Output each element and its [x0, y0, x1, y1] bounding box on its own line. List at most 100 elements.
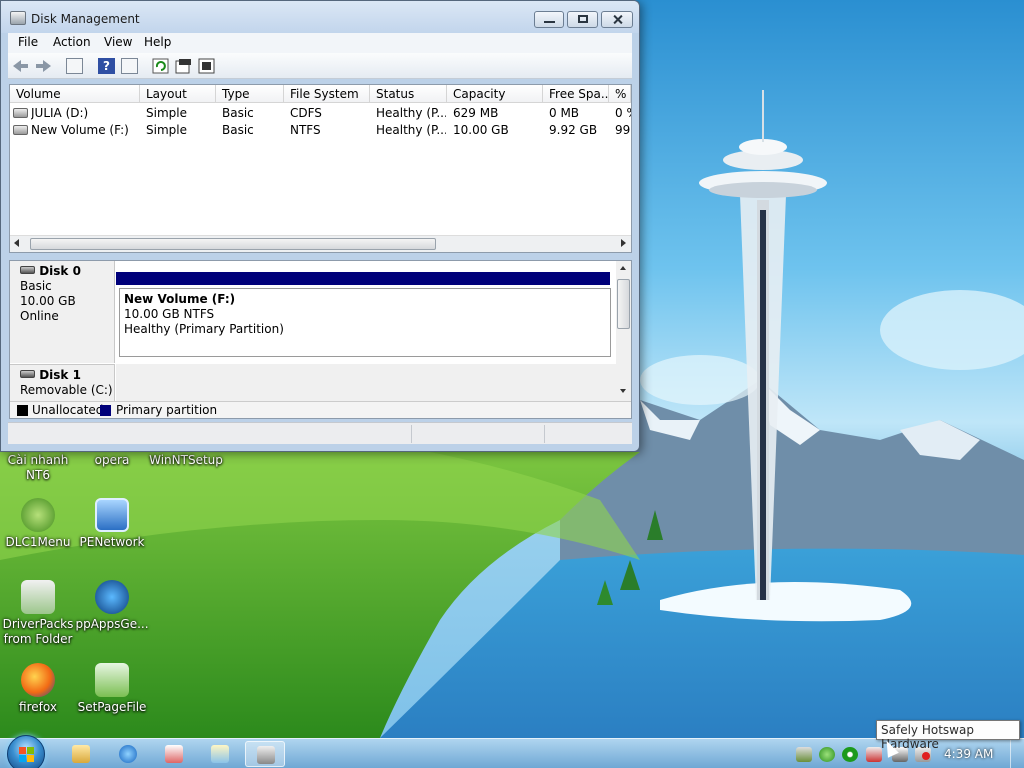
desktop-icon-label: Cài nhanh NT6: [7, 453, 69, 482]
taskbar-disk-management[interactable]: [245, 741, 285, 767]
column-header-volume[interactable]: Volume: [10, 85, 140, 103]
taskbar-explorer[interactable]: [61, 741, 101, 767]
partition-new-volume-f[interactable]: New Volume (F:) 10.00 GB NTFS Healthy (P…: [119, 288, 611, 357]
menu-help[interactable]: Help: [144, 35, 171, 49]
column-header-file-system[interactable]: File System: [284, 85, 370, 103]
title-bar[interactable]: Disk Management: [1, 1, 639, 33]
disk-1-info[interactable]: Disk 1 Removable (C:): [10, 364, 115, 401]
partition-name: New Volume (F:): [124, 292, 236, 306]
table-row[interactable]: New Volume (F:) Simple Basic NTFS Health…: [10, 122, 631, 138]
help-icon[interactable]: ?: [98, 58, 115, 74]
cell-status: Healthy (P...: [376, 123, 446, 137]
desktop-icon-cai-nhanh-nt6[interactable]: Cài nhanh NT6: [0, 453, 78, 483]
status-divider: [411, 425, 412, 443]
horizontal-scroll-thumb[interactable]: [30, 238, 436, 250]
tray-security-icon[interactable]: [819, 747, 835, 762]
desktop-icon-winntsetup[interactable]: WinNTSetup: [146, 453, 226, 468]
partition-size-fs: 10.00 GB NTFS: [124, 307, 215, 321]
legend-unallocated: Unallocated: [32, 403, 104, 417]
desktop-icon-label: DLC1Menu: [5, 535, 71, 549]
paint-icon: [211, 745, 229, 763]
start-button[interactable]: [7, 735, 45, 768]
scroll-left-icon[interactable]: [14, 239, 19, 247]
cell-free-space: 0 MB: [549, 106, 580, 120]
desktop-icon-label: WinNTSetup: [149, 453, 223, 467]
menu-file[interactable]: File: [18, 35, 38, 49]
window-title: Disk Management: [31, 12, 140, 26]
back-arrow-icon[interactable]: [12, 58, 29, 74]
disk-management-icon: [257, 746, 275, 764]
column-header-layout[interactable]: Layout: [140, 85, 216, 103]
desktop-icon-penetwork[interactable]: PENetwork: [72, 498, 152, 550]
taskbar-app-4[interactable]: [200, 741, 240, 767]
desktop-icon-driverpacks[interactable]: DriverPacks from Folder: [0, 580, 78, 647]
column-header-status[interactable]: Status: [370, 85, 447, 103]
disk-0-info[interactable]: Disk 0 Basic 10.00 GB Online: [10, 261, 115, 363]
menu-view[interactable]: View: [104, 35, 132, 49]
tray-network-icon[interactable]: [796, 747, 812, 762]
taskbar-internet-explorer[interactable]: [108, 741, 148, 767]
disk-1-name: Disk 1: [39, 368, 81, 382]
network-computer-icon: [95, 498, 129, 532]
taskbar: 4:39 AM: [0, 735, 1024, 768]
properties-window-icon[interactable]: [121, 58, 138, 74]
partition-header-bar: [116, 272, 610, 285]
desktop-icon-label: DriverPacks from Folder: [2, 617, 74, 646]
cd-drive-icon: [13, 108, 28, 118]
column-header-type[interactable]: Type: [216, 85, 284, 103]
scroll-up-icon[interactable]: [620, 266, 626, 270]
menu-bar: File Action View Help: [8, 33, 632, 53]
rescan-disks-icon[interactable]: [198, 58, 215, 74]
desktop-icon-opera[interactable]: opera: [72, 453, 152, 468]
minimize-button[interactable]: [534, 11, 564, 28]
show-hide-console-tree-icon[interactable]: [66, 58, 83, 74]
show-desktop-button[interactable]: [1010, 739, 1024, 768]
firefox-icon: [21, 663, 55, 697]
minimize-icon: [544, 21, 555, 23]
cell-file-system: NTFS: [290, 123, 321, 137]
disk-1-partition-area[interactable]: [116, 364, 616, 401]
setpagefile-icon: [95, 663, 129, 697]
cell-free-space: 9.92 GB: [549, 123, 598, 137]
tray-play-icon[interactable]: [842, 747, 858, 762]
taskbar-app-3[interactable]: [154, 741, 194, 767]
menu-action[interactable]: Action: [53, 35, 91, 49]
disk-1-type: Removable (C:): [20, 383, 113, 397]
refresh-icon[interactable]: [152, 58, 169, 74]
properties-icon[interactable]: [175, 58, 192, 74]
forward-arrow-icon[interactable]: [35, 58, 52, 74]
scroll-right-icon[interactable]: [621, 239, 626, 247]
disk-0-name: Disk 0: [39, 264, 81, 278]
desktop-icon-setpagefile[interactable]: SetPageFile: [72, 663, 152, 715]
vertical-scrollbar[interactable]: [616, 261, 631, 401]
desktop-icon-label: PENetwork: [79, 535, 145, 549]
column-header-free-space[interactable]: Free Spa...: [543, 85, 609, 103]
taskbar-clock[interactable]: 4:39 AM: [944, 747, 993, 761]
disk-0-size: 10.00 GB: [20, 294, 76, 308]
vertical-scroll-thumb[interactable]: [617, 279, 630, 329]
close-button[interactable]: [601, 11, 633, 28]
partition-status: Healthy (Primary Partition): [124, 322, 284, 336]
maximize-button[interactable]: [567, 11, 598, 28]
column-header-percent-free[interactable]: % F: [609, 85, 631, 103]
volume-list[interactable]: Volume Layout Type File System Status Ca…: [9, 84, 632, 253]
disk-0-type: Basic: [20, 279, 52, 293]
scroll-down-icon[interactable]: [620, 389, 626, 393]
desktop-icon-dlc1menu[interactable]: DLC1Menu: [0, 498, 78, 550]
horizontal-scrollbar[interactable]: [10, 235, 631, 252]
tooltip: Safely Hotswap Hardware: [876, 720, 1020, 751]
disk-management-window[interactable]: Disk Management File Action View Help ?: [0, 0, 640, 452]
disk-management-icon: [10, 11, 26, 25]
cell-volume: New Volume (F:): [31, 123, 129, 137]
desktop-icon-label: ppAppsGe...: [75, 617, 149, 631]
tray-safely-hotswap-icon[interactable]: [866, 747, 882, 762]
legend-swatch-unallocated: [17, 405, 28, 416]
legend-swatch-primary: [100, 405, 111, 416]
cell-layout: Simple: [146, 106, 187, 120]
desktop-icon-ppappsge[interactable]: ppAppsGe...: [72, 580, 152, 632]
desktop-icon-firefox[interactable]: firefox: [0, 663, 78, 715]
cell-type: Basic: [222, 123, 254, 137]
table-row[interactable]: JULIA (D:) Simple Basic CDFS Healthy (P.…: [10, 105, 631, 121]
column-header-capacity[interactable]: Capacity: [447, 85, 543, 103]
disk-graphical-view[interactable]: Disk 0 Basic 10.00 GB Online New Volume …: [9, 260, 632, 419]
